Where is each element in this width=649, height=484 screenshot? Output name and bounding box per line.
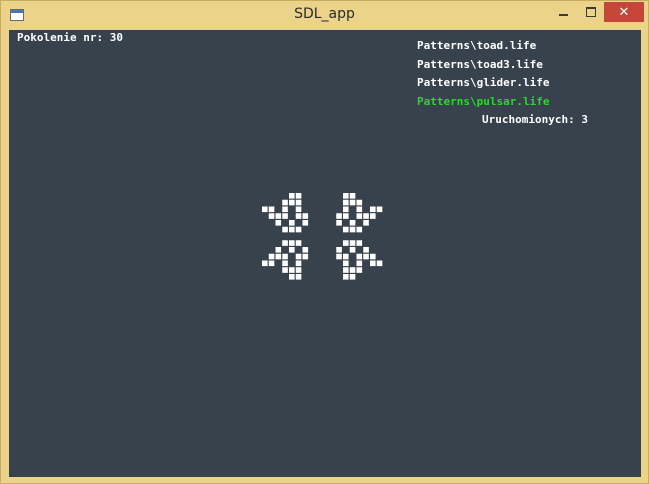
pattern-item-toad: Patterns\toad.life: [417, 39, 537, 52]
pattern-list: Patterns\toad.life Patterns\toad3.life P…: [417, 39, 549, 113]
pattern-item-glider: Patterns\glider.life: [417, 76, 550, 89]
live-cell: [295, 199, 302, 206]
close-icon: ✕: [618, 4, 630, 20]
maximize-button[interactable]: [577, 2, 604, 22]
live-cell: [343, 213, 349, 219]
live-cell: [289, 199, 295, 206]
live-cell: [349, 193, 356, 199]
live-cell: [295, 240, 302, 246]
live-cell: [289, 226, 295, 233]
game-canvas[interactable]: Pokolenie nr: 30 Patterns\toad.life Patt…: [9, 30, 641, 477]
live-cell: [349, 220, 356, 226]
live-cell: [282, 267, 288, 273]
live-cell: [295, 193, 302, 199]
live-cell: [262, 206, 268, 213]
live-cell: [343, 240, 349, 246]
live-cell: [282, 199, 288, 206]
live-cell: [349, 274, 356, 280]
live-cell: [302, 220, 309, 226]
live-cell: [343, 260, 349, 267]
live-cell: [282, 253, 288, 260]
live-cell: [356, 206, 363, 213]
live-cell: [295, 274, 302, 280]
live-cell: [268, 206, 275, 213]
live-cell: [349, 267, 356, 273]
live-cell: [262, 260, 268, 267]
live-cell: [356, 240, 363, 246]
live-cell: [349, 240, 356, 246]
live-cell: [363, 253, 369, 260]
live-cell: [363, 213, 369, 219]
running-count: Uruchomionych: 3: [482, 113, 588, 126]
live-cell: [343, 193, 349, 199]
pattern-item-pulsar: Patterns\pulsar.life: [417, 94, 550, 108]
live-cell: [295, 213, 302, 219]
maximize-icon: [585, 7, 596, 17]
live-cell: [268, 213, 275, 219]
live-cell: [275, 253, 282, 260]
live-cell: [343, 199, 349, 206]
live-cell: [289, 220, 295, 226]
live-cell: [343, 267, 349, 273]
live-cell: [289, 274, 295, 280]
live-cell: [336, 247, 342, 253]
live-cell: [336, 220, 342, 226]
live-cell: [343, 274, 349, 280]
live-cell: [295, 206, 302, 213]
live-cell: [282, 226, 288, 233]
live-cell: [370, 213, 376, 219]
live-cell: [289, 267, 295, 273]
live-cell: [363, 220, 369, 226]
live-cell: [370, 260, 376, 267]
live-cell: [282, 213, 288, 219]
live-cell: [356, 226, 363, 233]
live-cell: [356, 260, 363, 267]
pattern-item-toad3: Patterns\toad3.life: [417, 57, 543, 71]
live-cell: [268, 253, 275, 260]
close-button[interactable]: ✕: [604, 2, 644, 22]
live-cell: [295, 226, 302, 233]
live-cell: [343, 253, 349, 260]
title-bar[interactable]: SDL_app ✕: [1, 1, 648, 30]
live-cell: [295, 267, 302, 273]
live-cell: [356, 199, 363, 206]
live-cell: [356, 267, 363, 273]
live-cell: [289, 193, 295, 199]
live-cell: [275, 213, 282, 219]
live-cell: [349, 226, 356, 233]
live-cell: [376, 260, 383, 267]
live-cell: [336, 213, 342, 219]
live-cell: [336, 253, 342, 260]
live-cell: [376, 206, 383, 213]
live-cell: [349, 199, 356, 206]
live-cell: [302, 247, 309, 253]
live-cell: [289, 240, 295, 246]
live-cell: [343, 226, 349, 233]
live-cell: [363, 247, 369, 253]
minimize-button[interactable]: [550, 2, 577, 22]
live-cell: [282, 260, 288, 267]
live-cell: [275, 220, 282, 226]
live-cell: [282, 240, 288, 246]
live-cell: [370, 206, 376, 213]
live-cell: [282, 206, 288, 213]
live-cell: [275, 247, 282, 253]
minimize-icon: [559, 14, 568, 16]
live-cell: [343, 206, 349, 213]
app-window: SDL_app ✕ Pokolenie nr: 30 Patterns\toad…: [0, 0, 649, 484]
live-cell: [289, 247, 295, 253]
live-cell: [295, 253, 302, 260]
live-cell: [268, 260, 275, 267]
live-cell: [302, 253, 309, 260]
live-cell: [356, 213, 363, 219]
generation-counter: Pokolenie nr: 30: [17, 31, 123, 44]
live-cell: [302, 213, 309, 219]
live-cell: [295, 260, 302, 267]
live-cell: [370, 253, 376, 260]
live-cell: [349, 247, 356, 253]
live-cell: [356, 253, 363, 260]
